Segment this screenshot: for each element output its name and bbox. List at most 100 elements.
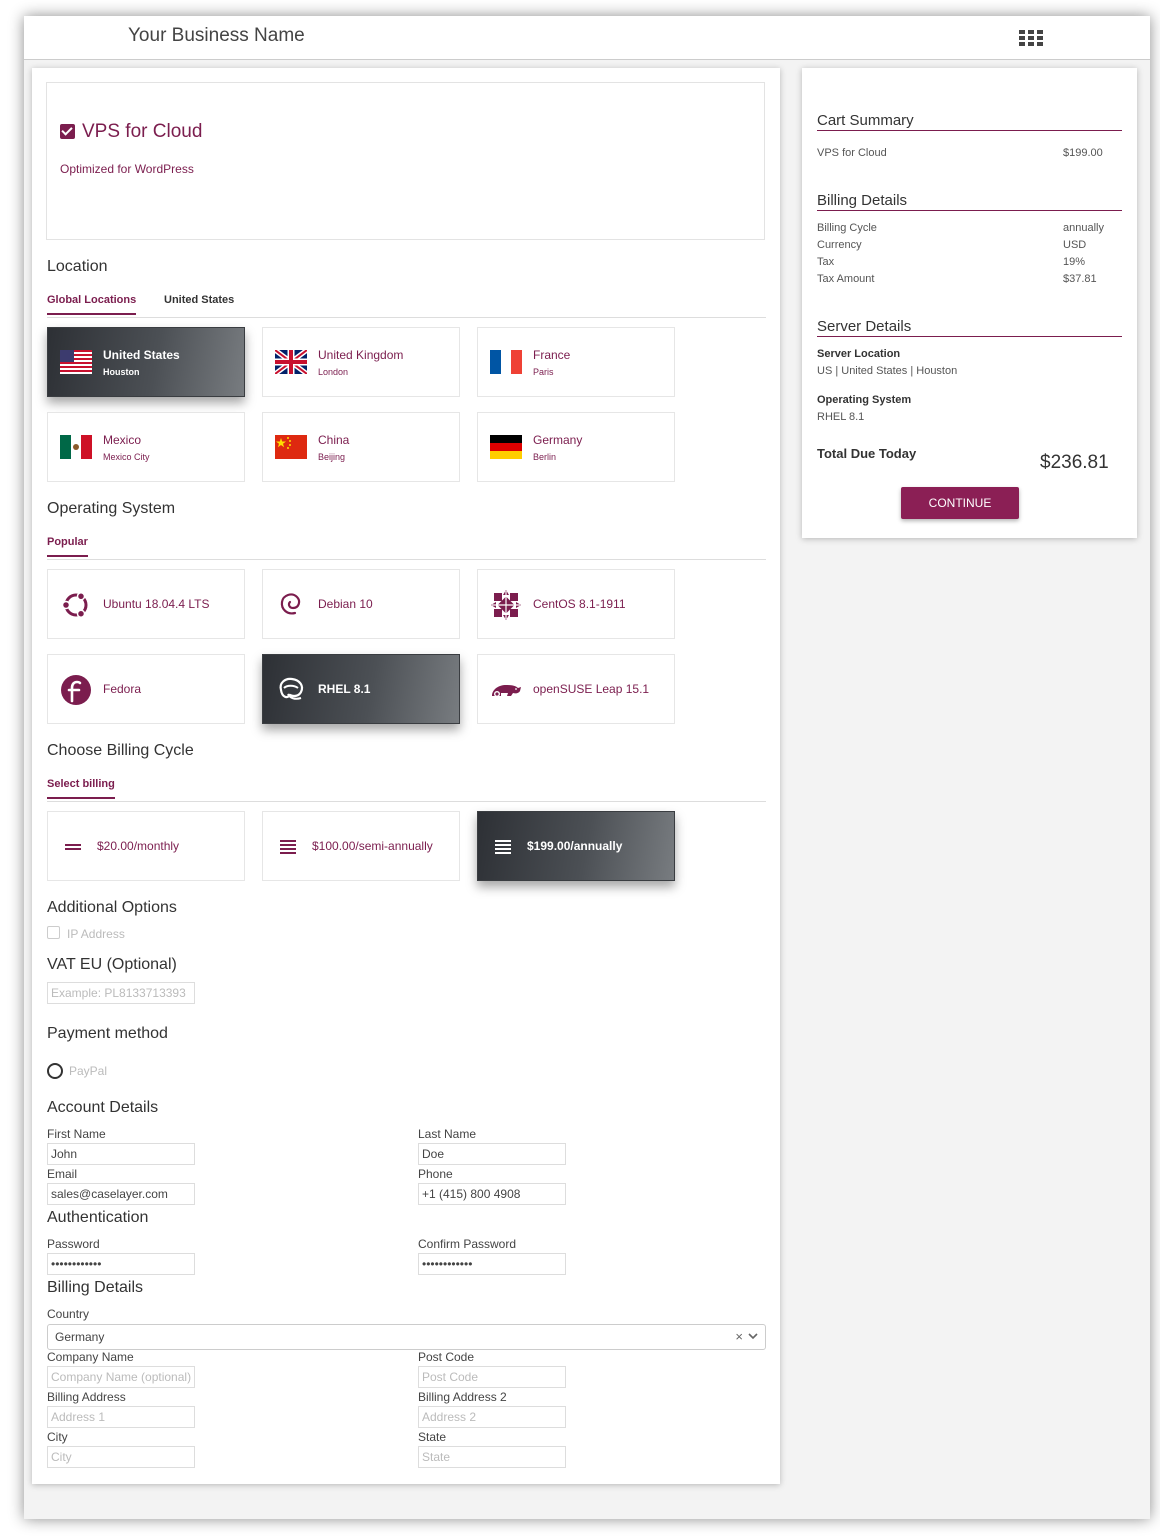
product-checkbox[interactable] [60,124,75,139]
server-details-title: Server Details [817,318,1122,337]
server-location-value: US | United States | Houston [817,365,958,377]
location-city: London [318,367,349,377]
company-name-input[interactable]: Company Name (optional) [47,1366,195,1388]
tab-select-billing[interactable]: Select billing [47,778,115,799]
product-subtitle: Optimized for WordPress [60,162,194,176]
billing-details-title: Billing Details [47,1279,144,1296]
location-card-mexico[interactable]: Mexico Mexico City [47,412,245,482]
os-name: Fedora [103,682,142,696]
os-card-opensuse[interactable]: openSUSE Leap 15.1 [477,654,675,724]
os-card-ubuntu[interactable]: Ubuntu 18.04.4 LTS [47,569,245,639]
currency-label: Currency [817,239,862,251]
tax-amount-label: Tax Amount [817,273,875,285]
chevron-down-icon[interactable] [747,1330,759,1342]
us-flag-icon [60,350,92,374]
billing-address-label: Billing Address [47,1390,126,1404]
tax-label: Tax [817,256,835,268]
paypal-radio[interactable] [47,1063,63,1079]
vat-title: VAT EU (Optional) [47,956,177,973]
state-label: State [418,1430,447,1444]
os-tabs: Popular [47,536,766,560]
product-box: VPS for Cloud Optimized for WordPress [46,82,765,240]
company-name-label: Company Name [47,1350,134,1364]
ip-address-label: IP Address [67,927,125,941]
billing-cycle-value: annually [1063,222,1104,234]
location-city: Houston [103,367,140,377]
four-lines-icon [495,840,511,854]
billing-label: $199.00/annually [527,839,623,853]
billing-address-input[interactable]: Address 1 [47,1406,195,1428]
billing-card-semi-annually[interactable]: $100.00/semi-annually [262,811,460,881]
billing-cycle-title: Choose Billing Cycle [47,742,194,759]
email-input[interactable]: sales@caselayer.com [47,1183,195,1205]
mexico-flag-icon [60,435,92,459]
os-name: RHEL 8.1 [318,682,371,696]
billing-cycle-label: Billing Cycle [817,222,877,234]
first-name-input[interactable]: John [47,1143,195,1165]
country-select[interactable]: Germany × [47,1324,766,1350]
total-due-value: $236.81 [1040,452,1109,473]
tab-global-locations[interactable]: Global Locations [47,294,137,315]
location-card-france[interactable]: France Paris [477,327,675,397]
billing-label: $20.00/monthly [97,839,180,853]
tax-amount-value: $37.81 [1063,273,1097,285]
location-name: United States [103,348,180,362]
confirm-password-label: Confirm Password [418,1237,517,1251]
operating-system-label: Operating System [817,394,912,406]
state-input[interactable]: State [418,1446,566,1468]
password-input[interactable]: •••••••••••• [47,1253,195,1275]
tab-united-states[interactable]: United States [164,294,234,313]
os-card-centos[interactable]: CentOS 8.1-1911 [477,569,675,639]
currency-value: USD [1063,239,1087,251]
location-title: Location [47,258,108,275]
billing-address-2-input[interactable]: Address 2 [418,1406,566,1428]
germany-flag-icon [490,435,522,459]
ubuntu-icon [61,592,88,618]
clear-icon[interactable]: × [735,1329,743,1344]
uk-flag-icon [275,350,307,374]
four-lines-icon [280,840,296,854]
first-name-label: First Name [47,1127,106,1141]
vat-input[interactable]: Example: PL8133713393 [47,982,195,1004]
location-card-china[interactable]: China Beijing [262,412,460,482]
confirm-password-input[interactable]: •••••••••••• [418,1253,566,1275]
tab-popular[interactable]: Popular [47,536,88,557]
location-name: United Kingdom [318,348,404,362]
location-card-germany[interactable]: Germany Berlin [477,412,675,482]
brand-name[interactable]: Your Business Name [128,25,305,47]
location-tabs: Global Locations United States [47,294,766,318]
location-city: Berlin [533,452,557,462]
phone-input[interactable]: +1 (415) 800 4908 [418,1183,566,1205]
debian-icon [280,593,301,615]
post-code-input[interactable]: Post Code [418,1366,566,1388]
os-card-rhel[interactable]: RHEL 8.1 [262,654,460,724]
os-name: openSUSE Leap 15.1 [533,682,650,696]
configuration-panel: VPS for Cloud Optimized for WordPress Lo… [32,68,780,1484]
os-card-debian[interactable]: Debian 10 [262,569,460,639]
city-label: City [47,1430,68,1444]
opensuse-icon [492,685,521,697]
operating-system-value: RHEL 8.1 [817,411,865,423]
location-card-united-states[interactable]: United States Houston [47,327,245,397]
rhel-icon [279,677,304,700]
grid-apps-icon[interactable] [1019,30,1043,48]
fedora-icon [61,675,91,705]
last-name-input[interactable]: Doe [418,1143,566,1165]
server-location-label: Server Location [817,348,901,360]
cart-item-name: VPS for Cloud [817,147,887,159]
password-label: Password [47,1237,100,1251]
ip-address-checkbox[interactable] [47,926,60,939]
post-code-label: Post Code [418,1350,475,1364]
billing-card-monthly[interactable]: $20.00/monthly [47,811,245,881]
city-input[interactable]: City [47,1446,195,1468]
os-name: CentOS 8.1-1911 [533,597,626,611]
billing-card-annually[interactable]: $199.00/annually [477,811,675,881]
location-card-united-kingdom[interactable]: United Kingdom London [262,327,460,397]
payment-method-title: Payment method [47,1025,168,1042]
os-card-fedora[interactable]: Fedora [47,654,245,724]
tax-value: 19% [1063,256,1086,268]
continue-button[interactable]: CONTINUE [901,487,1019,519]
location-name: France [533,348,571,362]
country-value: Germany [55,1330,105,1344]
billing-tabs: Select billing [47,778,766,802]
